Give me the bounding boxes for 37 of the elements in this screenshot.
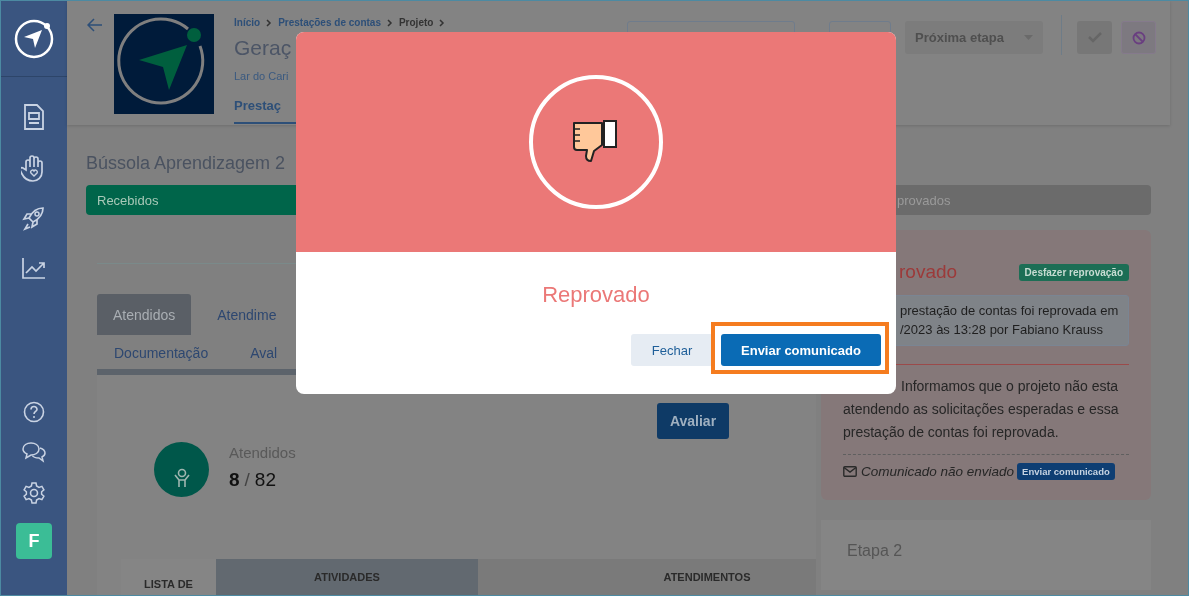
- document-icon[interactable]: [23, 103, 45, 131]
- tab[interactable]: Atendime: [201, 294, 293, 335]
- person-badge-icon: [154, 442, 209, 497]
- breadcrumb-link[interactable]: Prestações de contas: [278, 17, 381, 28]
- help-icon[interactable]: [23, 401, 45, 423]
- evaluate-button[interactable]: Avaliar: [657, 403, 729, 439]
- tab[interactable]: Atendidos: [97, 294, 192, 335]
- modal-title: Reprovado: [541, 282, 651, 308]
- stat-total: 82: [254, 469, 276, 490]
- stat-separator: /: [244, 469, 250, 490]
- chevron-icon: [386, 18, 393, 27]
- chat-icon[interactable]: [21, 441, 47, 463]
- breadcrumb-link[interactable]: Projeto: [398, 17, 434, 28]
- stat-value: 8: [229, 469, 240, 490]
- close-button[interactable]: Fechar: [631, 334, 713, 366]
- undo-button[interactable]: Desfazer reprovação: [1018, 263, 1129, 281]
- notice-text: /2023 às 13:28 por Fabiano Krauss: [900, 321, 1105, 339]
- rocket-icon[interactable]: [21, 205, 47, 233]
- opinion-text: Informamos que o projeto não esta atendendo as solicitações esperadas e essa prestação de contas foi reprovada.: [843, 377, 1120, 442]
- chevron-icon: [439, 18, 446, 27]
- review-status: rovado: [899, 261, 958, 283]
- chart-icon[interactable]: [21, 256, 47, 280]
- subtab[interactable]: Aval: [250, 345, 278, 361]
- subtab[interactable]: Documentação: [114, 345, 209, 361]
- send-message-button[interactable]: Enviar comunicado: [1017, 463, 1115, 480]
- ban-icon: [1131, 30, 1146, 45]
- notice-text: prestação de contas foi reprovada em: [900, 302, 1120, 320]
- breadcrumb-link[interactable]: Início: [234, 17, 261, 28]
- app-logo-icon[interactable]: [13, 17, 55, 60]
- chevron-icon: [266, 18, 273, 27]
- mail-icon: [843, 466, 857, 477]
- column-header: ATIVIDADES: [216, 559, 478, 595]
- column-header: ATENDIMENTOS: [478, 559, 816, 595]
- user-avatar[interactable]: F: [16, 523, 52, 559]
- send-button[interactable]: Enviar comunicado: [721, 334, 881, 366]
- settings-icon[interactable]: [22, 481, 46, 505]
- message-status: Comunicado não enviado: [861, 464, 1015, 479]
